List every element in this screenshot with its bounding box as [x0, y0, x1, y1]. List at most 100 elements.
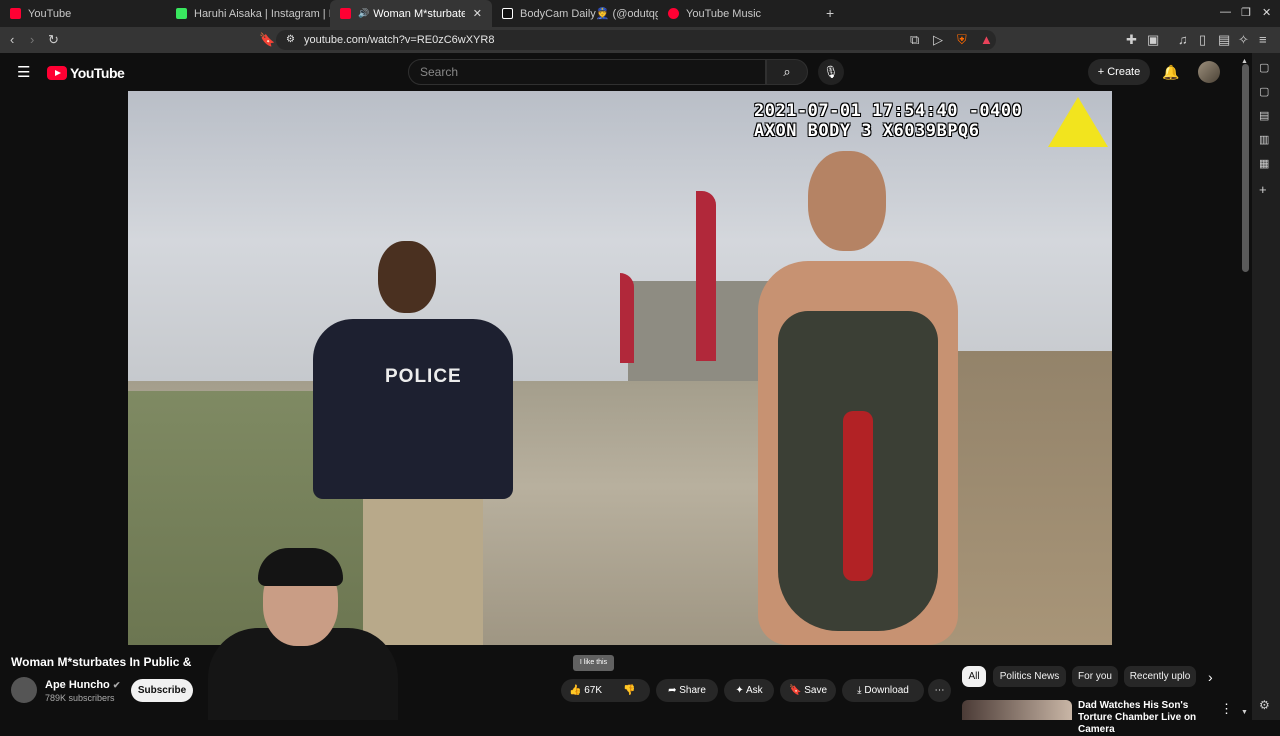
- download-icon: ⤓: [857, 685, 862, 696]
- tab-youtube[interactable]: YouTube: [0, 0, 166, 27]
- tab-instagram[interactable]: Haruhi Aisaka | Instagram | Lin: [166, 0, 330, 27]
- create-button[interactable]: + Create: [1088, 59, 1150, 85]
- recommended-title[interactable]: Dad Watches His Son's Torture Chamber Li…: [1078, 700, 1218, 736]
- shield-icon[interactable]: ⛨: [957, 33, 967, 46]
- timestamp-line-2: AXON BODY 3 X6039BPQ6: [754, 121, 980, 141]
- webcam-hair: [258, 548, 343, 586]
- more-icon: ⋯: [934, 685, 945, 696]
- leo-ai-icon[interactable]: ✧: [1238, 33, 1249, 46]
- side-panel-chat-icon[interactable]: ▢: [1259, 63, 1269, 74]
- side-panel-reading-icon[interactable]: ▢: [1259, 87, 1269, 98]
- side-panel-add-icon[interactable]: +: [1259, 183, 1267, 196]
- create-label: Create: [1107, 66, 1141, 78]
- menu-icon[interactable]: ≡: [1259, 33, 1267, 46]
- sidebar-icon[interactable]: ▯: [1199, 33, 1206, 46]
- audio-playing-icon: 🔊: [358, 8, 370, 18]
- play-icon[interactable]: ▷: [933, 33, 943, 46]
- tab-youtube-music[interactable]: YouTube Music: [658, 0, 824, 27]
- new-tab-icon[interactable]: +: [826, 5, 834, 21]
- scrollbar-thumb[interactable]: [1242, 64, 1249, 272]
- chip-for-you[interactable]: For you: [1072, 666, 1118, 687]
- officer-torso: [313, 319, 513, 499]
- save-button[interactable]: 🔖 Save: [780, 679, 836, 702]
- vest-text: POLICE: [385, 366, 462, 387]
- site-info-icon[interactable]: ⚙: [286, 30, 295, 50]
- ask-label: Ask: [745, 685, 763, 696]
- chip-recently-uploaded[interactable]: Recently uplo: [1124, 666, 1196, 687]
- sparkle-icon: ✦: [735, 685, 744, 696]
- bookmark-icon[interactable]: 🔖: [259, 33, 275, 46]
- youtube-music-favicon-icon: [668, 8, 679, 19]
- ask-button[interactable]: ✦ Ask: [724, 679, 774, 702]
- bodycam-timestamp: 2021-07-01 17:54:40 -0400 AXON BODY 3 X6…: [754, 101, 1022, 141]
- scroll-up-icon[interactable]: ▲: [1241, 58, 1248, 65]
- side-panel-settings-icon[interactable]: ⚙: [1259, 699, 1270, 711]
- tab-label: YouTube Music: [686, 7, 762, 20]
- hamburger-menu-icon[interactable]: ☰: [17, 65, 30, 80]
- close-window-icon[interactable]: ✕: [1262, 6, 1271, 19]
- side-panel-wallet-icon[interactable]: ▤: [1259, 111, 1269, 122]
- notifications-bell-icon[interactable]: 🔔: [1162, 64, 1179, 81]
- channel-avatar[interactable]: [11, 677, 37, 703]
- tab-label: YouTube: [28, 7, 72, 20]
- wallet-icon[interactable]: ▣: [1147, 33, 1159, 46]
- maximize-icon[interactable]: ❐: [1241, 6, 1251, 19]
- url-bar[interactable]: ⚙ youtube.com/watch?v=RE0zC6wXYR8: [276, 30, 996, 50]
- verified-icon: ✔: [112, 680, 121, 690]
- streamer-webcam-overlay: [208, 548, 398, 720]
- timestamp-line-1: 2021-07-01 17:54:40 -0400: [754, 101, 1023, 121]
- reload-icon[interactable]: ↻: [48, 33, 59, 46]
- rewards-icon[interactable]: ▲: [980, 33, 993, 46]
- youtube-favicon-icon: [10, 8, 21, 19]
- channel-name-text: Ape Huncho: [45, 679, 110, 691]
- forward-icon[interactable]: ›: [30, 33, 34, 46]
- dislike-button[interactable]: 👎: [623, 679, 635, 702]
- side-panel-bookmarks-icon[interactable]: ▦: [1259, 159, 1269, 170]
- channel-name[interactable]: Ape Huncho ✔: [45, 679, 120, 691]
- tiktok-favicon-icon: [502, 8, 513, 19]
- scroll-down-icon[interactable]: ▼: [1241, 709, 1248, 716]
- recommended-thumbnail[interactable]: [962, 700, 1072, 720]
- more-actions-button[interactable]: ⋯: [928, 679, 951, 702]
- close-tab-icon[interactable]: ✕: [473, 7, 482, 20]
- open-in-app-icon[interactable]: ⧉: [910, 33, 919, 46]
- account-avatar[interactable]: [1198, 61, 1220, 83]
- search-input[interactable]: Search: [408, 59, 766, 85]
- video-woman-figure: [728, 151, 978, 645]
- extensions-icon[interactable]: ✚: [1126, 33, 1137, 46]
- download-button[interactable]: ⤓ Download: [842, 679, 924, 702]
- axon-logo-icon: [1048, 97, 1108, 147]
- url-text: youtube.com/watch?v=RE0zC6wXYR8: [304, 34, 495, 46]
- share-button[interactable]: ➦ Share: [656, 679, 718, 702]
- share-label: Share: [679, 685, 706, 696]
- tab-label: BodyCam Daily👮 (@odutqgp71: [520, 8, 658, 20]
- save-icon: 🔖: [788, 685, 802, 696]
- subscribe-button[interactable]: Subscribe: [131, 679, 193, 702]
- minimize-icon[interactable]: —: [1220, 6, 1231, 18]
- chips-next-icon[interactable]: ›: [1208, 670, 1213, 684]
- video-flag: [696, 191, 716, 361]
- music-icon[interactable]: ♫: [1178, 33, 1188, 46]
- chip-politics-news[interactable]: Politics News: [993, 666, 1066, 687]
- linktree-favicon-icon: [176, 8, 187, 19]
- browser-toolbar: ‹ › ↻ 🔖 ⚙ youtube.com/watch?v=RE0zC6wXYR…: [0, 27, 1280, 53]
- recommended-menu-icon[interactable]: ⋮: [1220, 702, 1233, 715]
- voice-search-button[interactable]: 🎙: [818, 59, 844, 85]
- browser-side-panel: ▢ ▢ ▤ ▥ ▦ + ⚙: [1252, 53, 1280, 720]
- tab-label: Woman M*sturbates In P: [373, 7, 465, 20]
- tab-tiktok[interactable]: BodyCam Daily👮 (@odutqgp71: [492, 0, 658, 27]
- side-panel-history-icon[interactable]: ▥: [1259, 135, 1269, 146]
- tab-current-video[interactable]: 🔊 Woman M*sturbates In P ✕: [330, 0, 492, 27]
- save-label: Save: [804, 685, 828, 696]
- youtube-play-icon: [47, 66, 67, 80]
- search-button[interactable]: ⌕: [766, 59, 808, 85]
- logo-text: YouTube: [70, 65, 125, 81]
- back-icon[interactable]: ‹: [10, 33, 14, 46]
- woman-bottle: [843, 411, 873, 581]
- youtube-logo[interactable]: YouTube: [47, 65, 125, 81]
- like-button[interactable]: 👍 67K: [569, 679, 613, 702]
- officer-head: [378, 241, 436, 313]
- chip-all[interactable]: All: [962, 666, 986, 687]
- microphone-icon: 🎙: [823, 65, 839, 79]
- split-view-icon[interactable]: ▤: [1218, 33, 1230, 46]
